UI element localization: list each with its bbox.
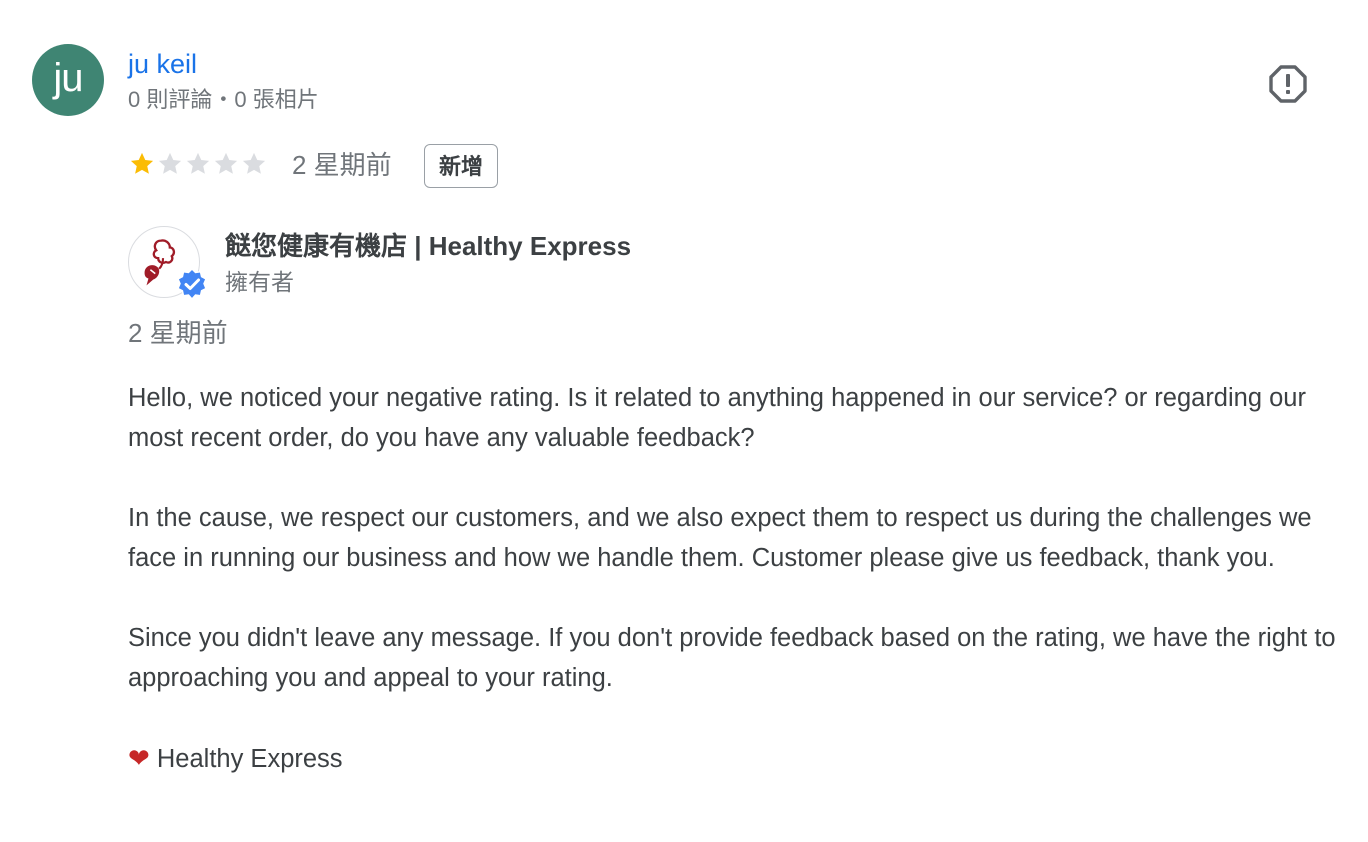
owner-role-label: 擁有者	[225, 269, 294, 295]
reply-paragraph: In the cause, we respect our customers, …	[128, 504, 1312, 572]
reviewer-avatar[interactable]: ju	[32, 44, 104, 116]
heart-icon: ❤	[128, 743, 150, 773]
reply-signature: ❤ Healthy Express	[128, 738, 1348, 779]
reply-paragraph: Since you didn't leave any message. If y…	[128, 624, 1336, 692]
owner-reply-text: Hello, we noticed your negative rating. …	[128, 378, 1348, 779]
reviewer-name-link[interactable]: ju keil	[128, 46, 197, 82]
new-badge: 新增	[424, 144, 498, 188]
owner-name: 餸您健康有機店 | Healthy Express	[225, 231, 632, 261]
reply-paragraph: Hello, we noticed your negative rating. …	[128, 384, 1306, 452]
star-empty-icon	[214, 152, 238, 174]
star-empty-icon	[242, 152, 266, 174]
star-rating	[128, 150, 268, 180]
star-empty-icon	[186, 152, 210, 174]
reply-time: 2 星期前	[128, 318, 228, 348]
report-flag-icon[interactable]	[1268, 64, 1308, 104]
star-empty-icon	[158, 152, 182, 174]
signature-text: Healthy Express	[156, 745, 343, 773]
verified-check-icon	[177, 268, 207, 300]
reviewer-stats: 0 則評論・0 張相片	[128, 87, 319, 112]
star-filled-icon	[130, 152, 154, 174]
review-time: 2 星期前	[292, 150, 392, 180]
